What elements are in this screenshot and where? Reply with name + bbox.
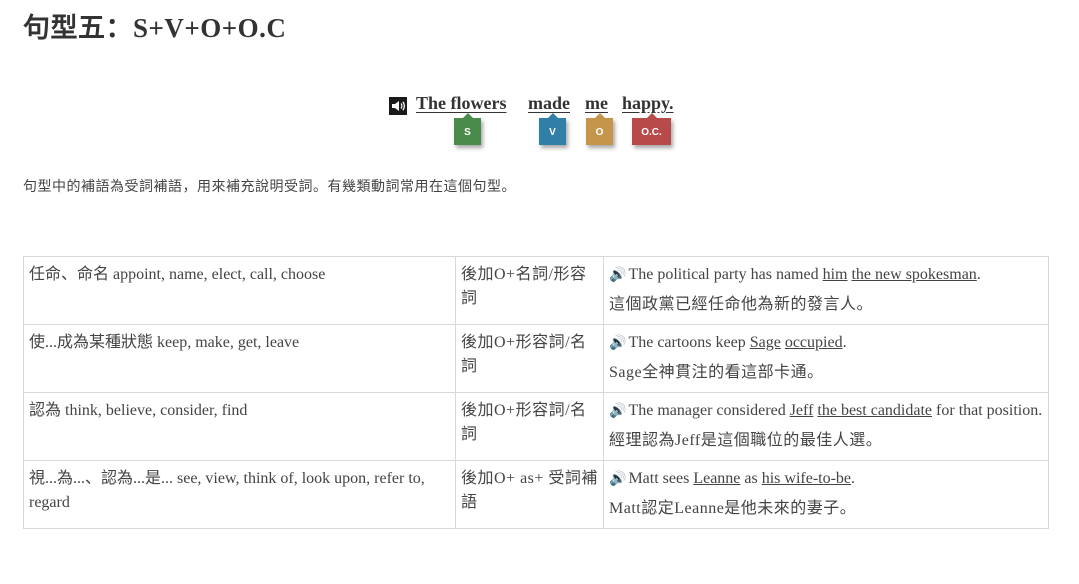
example-sentence-en: 🔊 The manager considered Jeff the best ca… (609, 399, 1043, 424)
pattern-cell: 後加O+形容詞/名詞 (455, 392, 604, 461)
example-sentence: The flowers made me happy. S V O O.C. (0, 93, 1079, 153)
table-row: 認為 think, believe, consider, find 後加O+形容詞… (23, 392, 1049, 461)
object-complement-tag: O.C. (632, 113, 671, 145)
verbs-cell: 任命、命名 appoint, name, elect, call, choose (23, 256, 456, 325)
example-sentence-en: 🔊 Matt sees Leanne as his wife-to-be. (609, 467, 1043, 492)
description: 句型中的補語為受詞補語，用來補充說明受詞。有幾類動詞常用在這個句型。 (23, 179, 516, 195)
speaker-icon[interactable]: 🔊 (609, 336, 626, 351)
table-row: 視...為...、認為...是... see, view, think of, … (23, 460, 1049, 529)
sentence-text: . (976, 266, 981, 283)
sentence-text: . (842, 334, 847, 351)
example-cell: 🔊 The manager considered Jeff the best ca… (603, 392, 1049, 461)
subject-tag: S (454, 113, 481, 145)
sentence-text: The manager considered (628, 402, 790, 419)
highlighted-word: him (822, 266, 848, 283)
word-object: me (585, 93, 608, 113)
verbs-cell: 視...為...、認為...是... see, view, think of, … (23, 460, 456, 529)
translation: 經理認為Jeff是這個職位的最佳人選。 (609, 432, 883, 449)
verb-table: 任命、命名 appoint, name, elect, call, choose… (23, 256, 1049, 529)
speaker-icon[interactable]: 🔊 (609, 268, 626, 283)
translation: Matt認定Leanne是他未來的妻子。 (609, 500, 857, 517)
verb-tag: V (539, 113, 566, 145)
example-cell: 🔊 Matt sees Leanne as his wife-to-be. Matt… (603, 460, 1049, 529)
table-row: 使...成為某種狀態 keep, make, get, leave 後加O+形容詞… (23, 324, 1049, 393)
sentence-text: The political party has named (628, 266, 823, 283)
sentence-text: Matt sees (628, 470, 694, 487)
highlighted-word: occupied (784, 334, 843, 351)
highlighted-word: his wife-to-be (761, 470, 852, 487)
example-cell: 🔊 The cartoons keep Sage occupied. Sage全神貫… (603, 324, 1049, 393)
object-tag: O (586, 113, 613, 145)
speaker-icon[interactable]: 🔊 (609, 404, 626, 419)
speaker-icon[interactable] (389, 97, 407, 115)
pattern-cell: 後加O+名詞/形容詞 (455, 256, 604, 325)
example-sentence-en: 🔊 The cartoons keep Sage occupied. (609, 331, 1043, 356)
table-row: 任命、命名 appoint, name, elect, call, choose… (23, 256, 1049, 325)
highlighted-word: Sage (749, 334, 781, 351)
example-cell: 🔊 The political party has named him the n… (603, 256, 1049, 325)
translation: Sage全神貫注的看這部卡通。 (609, 364, 824, 381)
highlighted-word: Leanne (693, 470, 741, 487)
pattern-cell: 後加O+ as+ 受詞補語 (455, 460, 604, 529)
verbs-cell: 使...成為某種狀態 keep, make, get, leave (23, 324, 456, 393)
sentence-text: The cartoons keep (628, 334, 750, 351)
highlighted-word: the best candidate (817, 402, 933, 419)
highlighted-word: the new spokesman (851, 266, 977, 283)
word-subject: The flowers (416, 93, 507, 113)
sentence-text: . (851, 470, 856, 487)
word-object-complement: happy. (622, 93, 674, 113)
word-verb: made (528, 93, 570, 113)
verbs-cell: 認為 think, believe, consider, find (23, 392, 456, 461)
page-title: 句型五：S+V+O+O.C (23, 13, 287, 43)
sentence-text: for that position. (932, 402, 1043, 419)
translation: 這個政黨已經任命他為新的發言人。 (609, 296, 874, 313)
example-sentence-en: 🔊 The political party has named him the n… (609, 263, 1043, 288)
speaker-icon[interactable]: 🔊 (609, 472, 626, 487)
pattern-cell: 後加O+形容詞/名詞 (455, 324, 604, 393)
sentence-text: as (740, 470, 762, 487)
highlighted-word: Jeff (789, 402, 814, 419)
